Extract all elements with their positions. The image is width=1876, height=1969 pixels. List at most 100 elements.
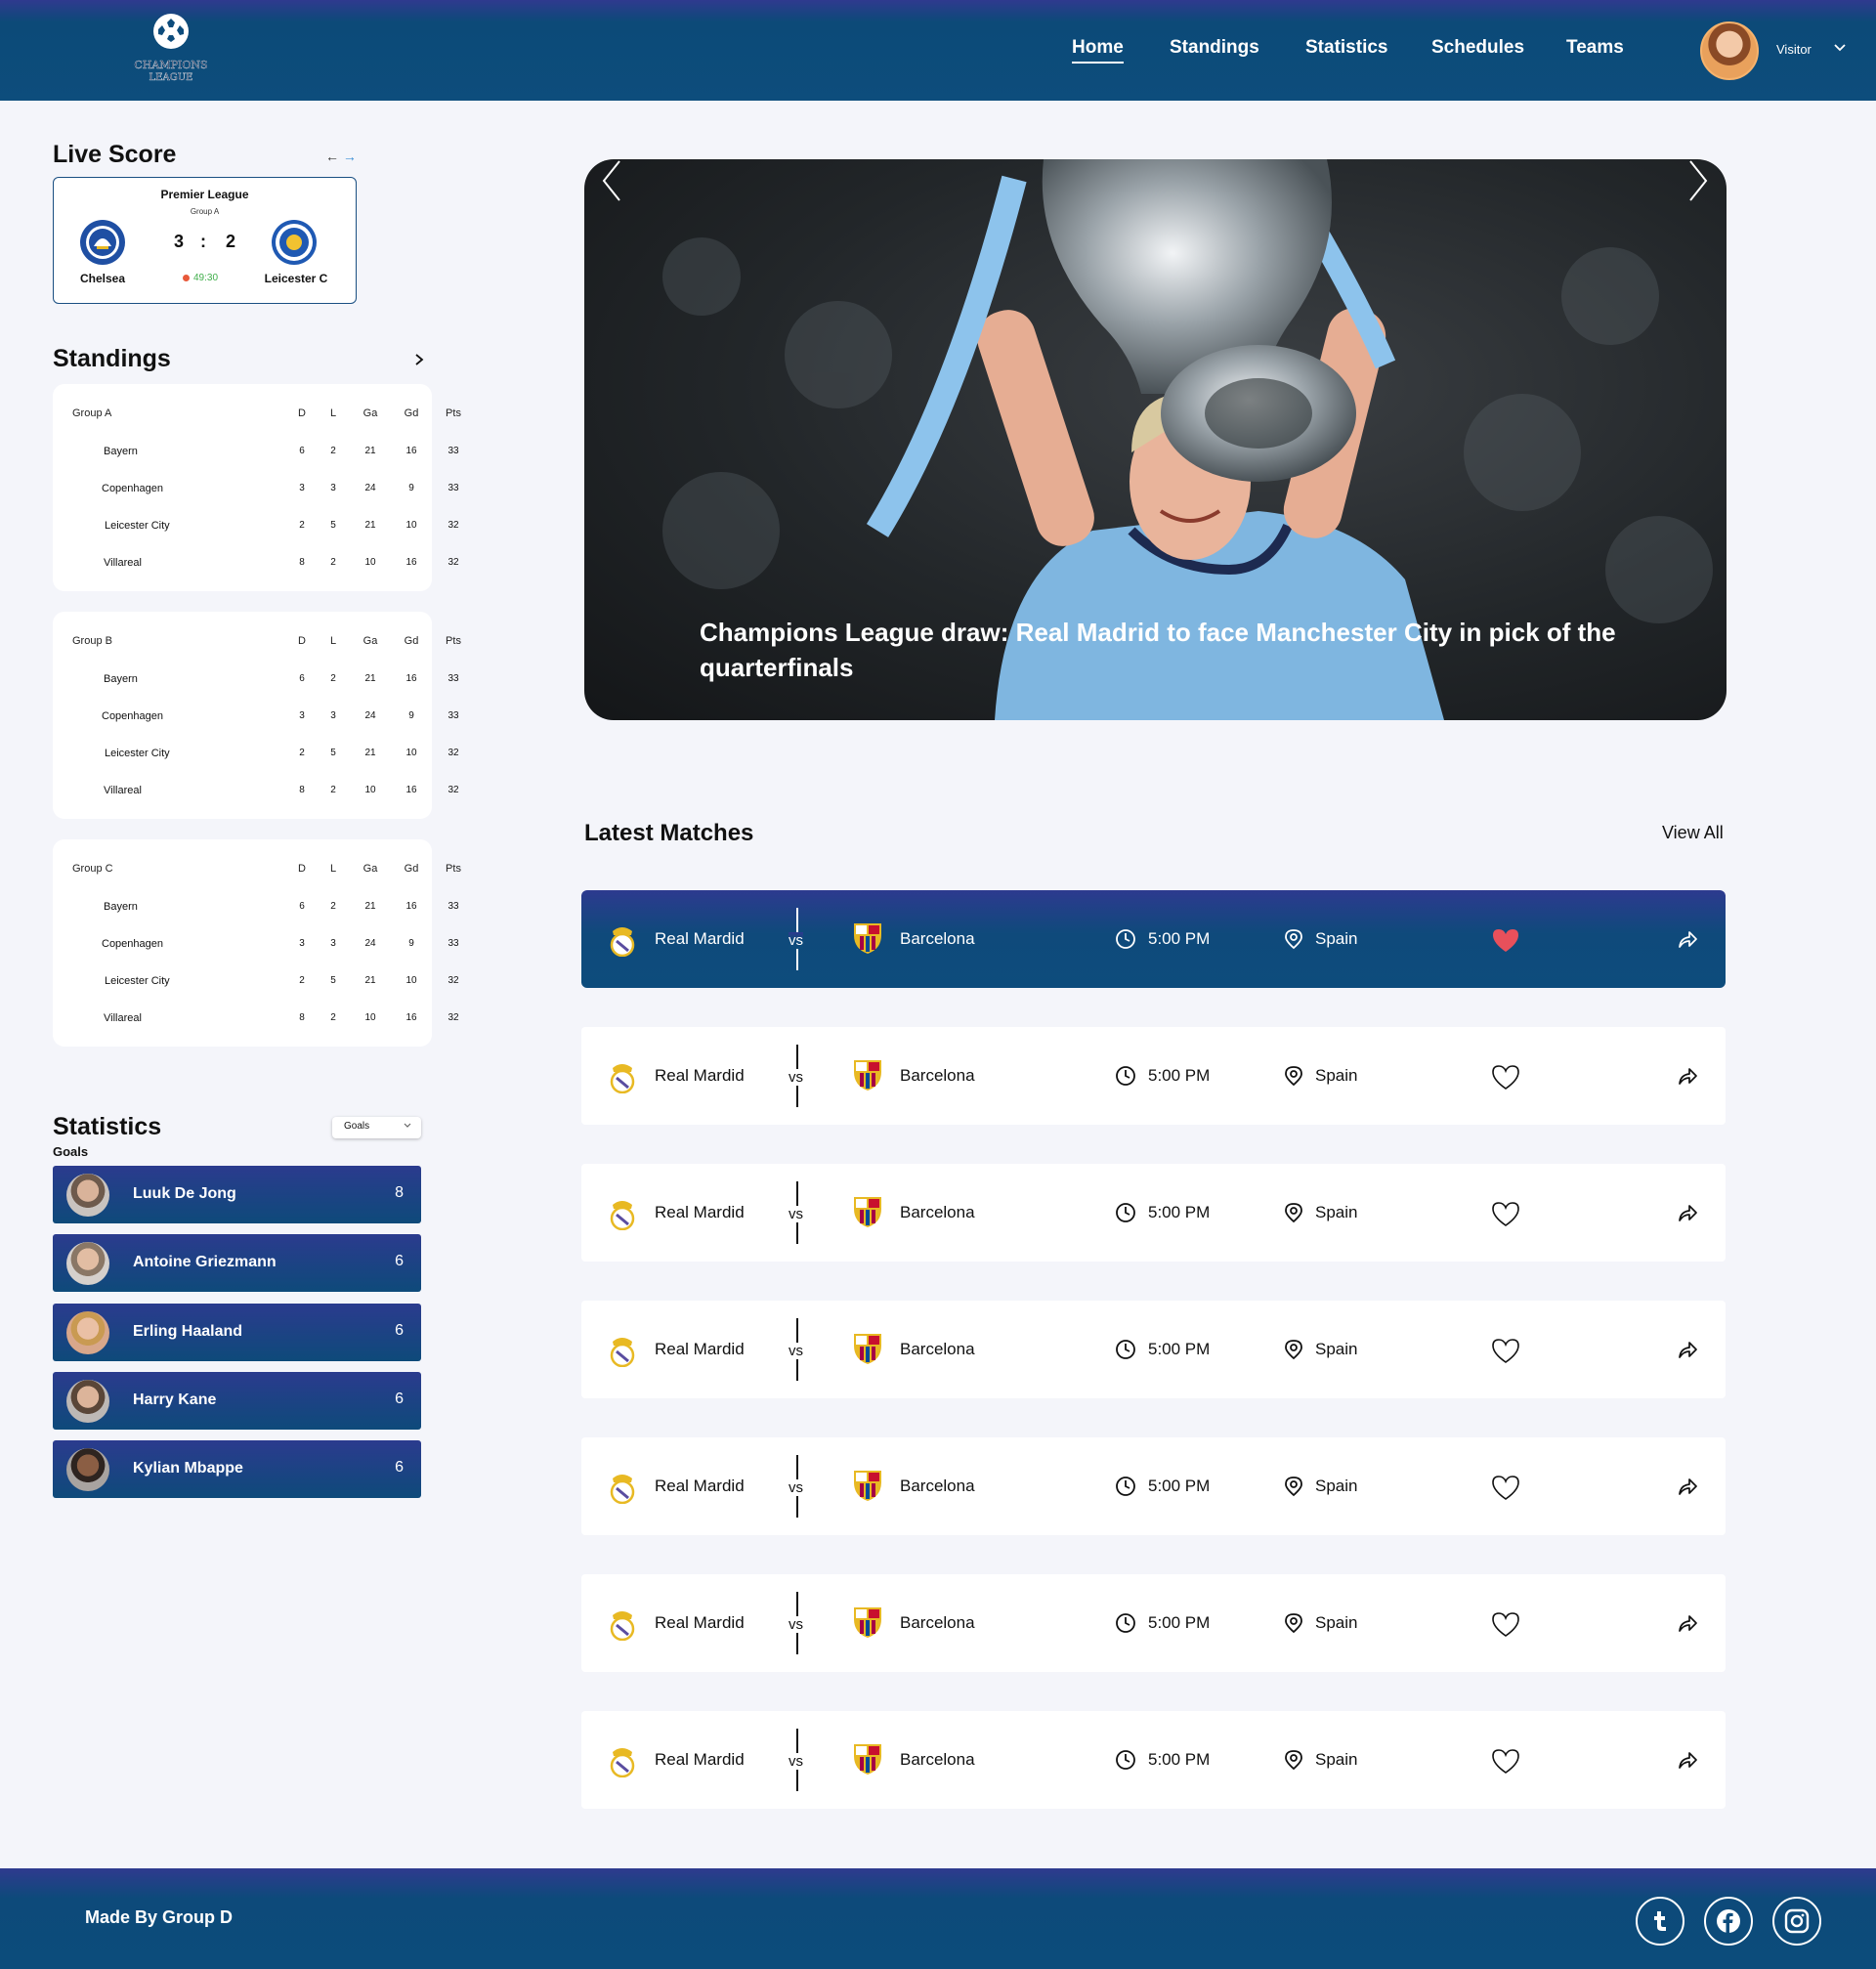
statistics-subtitle: Goals xyxy=(53,1144,89,1159)
standings-row[interactable]: Copenhagen 3 3 24 9 33 xyxy=(53,938,459,958)
standings-group-card[interactable]: Group A D L Ga Gd Pts Bayern 6 2 21 16 33 Copenhagen… xyxy=(53,384,461,591)
hero-banner[interactable]: Champions League draw: Real Madrid to fa… xyxy=(584,159,1727,720)
standings-group-card[interactable]: Group B D L Ga Gd Pts Bayern 6 2 21 16 33 Copenhagen… xyxy=(53,612,461,819)
player-stat-row[interactable]: Kylian Mbappe 6 xyxy=(53,1440,421,1498)
column-header: L xyxy=(329,635,337,647)
standings-row[interactable]: Copenhagen 3 3 24 9 33 xyxy=(53,483,459,502)
clock-icon xyxy=(1116,1613,1135,1633)
barcelona-crest-icon xyxy=(854,1471,881,1501)
facebook-icon[interactable] xyxy=(1704,1897,1753,1946)
share-icon[interactable] xyxy=(1676,1201,1699,1224)
live-score-card[interactable]: Premier League Group A 3 : 2 Chelsea 49:… xyxy=(53,177,357,304)
user-name[interactable]: Visitor xyxy=(1776,42,1812,57)
share-icon[interactable] xyxy=(1676,1748,1699,1772)
column-header: Ga xyxy=(362,407,378,419)
standings-group-card[interactable]: Group C D L Ga Gd Pts Bayern 6 2 21 16 33 Copenhagen… xyxy=(53,839,461,1047)
user-avatar[interactable] xyxy=(1700,21,1759,80)
chevron-right-icon[interactable] xyxy=(414,353,424,366)
stat-pts: 32 xyxy=(448,748,459,758)
player-avatar xyxy=(66,1311,109,1354)
team-name: Villareal xyxy=(104,557,142,569)
player-stat-row[interactable]: Harry Kane 6 xyxy=(53,1372,421,1430)
chevron-down-icon[interactable] xyxy=(1833,43,1847,53)
nav-teams[interactable]: Teams xyxy=(1566,37,1624,59)
stat-l: 2 xyxy=(330,673,336,684)
stat-pts: 32 xyxy=(448,975,459,986)
champions-league-logo[interactable]: CHAMPIONS LEAGUE xyxy=(129,10,213,90)
stat-l: 3 xyxy=(330,938,336,949)
latest-matches-title: Latest Matches xyxy=(584,820,754,846)
favorite-heart-icon[interactable] xyxy=(1490,1747,1521,1775)
carousel-prev-icon[interactable] xyxy=(600,159,623,202)
match-row[interactable]: Real Mardid vs Barcelona 5:00 PM Spain xyxy=(581,1574,1726,1672)
stat-gd: 10 xyxy=(405,975,417,986)
player-stat-row[interactable]: Antoine Griezmann 6 xyxy=(53,1234,421,1292)
location-pin-icon xyxy=(1285,1477,1302,1497)
standings-row[interactable]: Villareal 8 2 10 16 32 xyxy=(53,785,459,804)
nav-standings[interactable]: Standings xyxy=(1170,37,1259,59)
favorite-heart-icon[interactable] xyxy=(1490,1610,1521,1638)
match-clock: 49:30 xyxy=(183,273,218,283)
standings-row[interactable]: Leicester City 2 5 21 10 32 xyxy=(53,748,459,767)
arrow-right-icon[interactable]: → xyxy=(343,149,357,164)
player-stat-row[interactable]: Erling Haaland 6 xyxy=(53,1304,421,1361)
stat-l: 2 xyxy=(330,557,336,568)
clock-icon xyxy=(1116,1066,1135,1086)
player-name: Luuk De Jong xyxy=(133,1185,236,1202)
carousel-next-icon[interactable] xyxy=(1686,159,1710,202)
home-team-name: Real Mardid xyxy=(655,1750,745,1769)
instagram-icon[interactable] xyxy=(1772,1897,1821,1946)
real-madrid-crest-icon xyxy=(610,1064,635,1093)
player-goals: 6 xyxy=(395,1253,404,1269)
live-score-title: Live Score xyxy=(53,141,177,168)
standings-row[interactable]: Bayern 6 2 21 16 33 xyxy=(53,901,459,920)
match-time: 49:30 xyxy=(193,273,219,283)
team-name: Bayern xyxy=(104,446,138,457)
statistics-type-select[interactable]: Goals xyxy=(332,1117,421,1138)
nav-statistics[interactable]: Statistics xyxy=(1305,37,1387,59)
view-all-link[interactable]: View All xyxy=(1662,823,1724,843)
nav-schedules[interactable]: Schedules xyxy=(1431,37,1524,59)
match-row[interactable]: Real Mardid vs Barcelona 5:00 PM Spain xyxy=(581,1437,1726,1535)
stat-pts: 33 xyxy=(448,901,459,912)
player-stat-row[interactable]: Luuk De Jong 8 xyxy=(53,1166,421,1223)
favorite-heart-icon[interactable] xyxy=(1490,1337,1521,1364)
nav-home[interactable]: Home xyxy=(1072,37,1124,64)
favorite-heart-icon[interactable] xyxy=(1490,1200,1521,1227)
favorite-heart-icon[interactable] xyxy=(1490,1474,1521,1501)
match-row[interactable]: Real Mardid vs Barcelona 5:00 PM Spain xyxy=(581,1301,1726,1398)
vs-label: vs xyxy=(789,1753,803,1770)
standings-row[interactable]: Villareal 8 2 10 16 32 xyxy=(53,557,459,577)
match-row[interactable]: Real Mardid vs Barcelona 5:00 PM Spain xyxy=(581,1027,1726,1125)
chelsea-crest-icon xyxy=(80,220,125,265)
match-row[interactable]: Real Mardid vs Barcelona 5:00 PM Spain xyxy=(581,1164,1726,1262)
favorite-heart-icon[interactable] xyxy=(1490,1063,1521,1091)
hero-caption[interactable]: Champions League draw: Real Madrid to fa… xyxy=(700,615,1657,685)
share-icon[interactable] xyxy=(1676,1611,1699,1635)
player-goals: 6 xyxy=(395,1322,404,1339)
favorite-heart-icon[interactable] xyxy=(1490,926,1521,954)
group-name: Group A xyxy=(72,407,112,419)
share-icon[interactable] xyxy=(1676,927,1699,951)
away-team-name: Barcelona xyxy=(900,1203,975,1221)
standings-row[interactable]: Leicester City 2 5 21 10 32 xyxy=(53,520,459,539)
standings-row[interactable]: Copenhagen 3 3 24 9 33 xyxy=(53,710,459,730)
arrow-left-icon[interactable]: ← xyxy=(325,149,339,164)
vs-label: vs xyxy=(789,1479,803,1496)
share-icon[interactable] xyxy=(1676,1338,1699,1361)
match-row[interactable]: Real Mardid vs Barcelona 5:00 PM Spain xyxy=(581,1711,1726,1809)
team-name: Leicester City xyxy=(105,975,170,987)
player-avatar xyxy=(66,1174,109,1217)
stat-l: 2 xyxy=(330,446,336,456)
tumblr-icon[interactable] xyxy=(1636,1897,1684,1946)
column-header: Ga xyxy=(362,863,378,875)
standings-row[interactable]: Villareal 8 2 10 16 32 xyxy=(53,1012,459,1032)
match-row[interactable]: Real Mardid vs Barcelona 5:00 PM Spain xyxy=(581,890,1726,988)
group-name: Group C xyxy=(72,863,113,875)
share-icon[interactable] xyxy=(1676,1475,1699,1498)
stat-gd: 16 xyxy=(405,557,417,568)
standings-row[interactable]: Leicester City 2 5 21 10 32 xyxy=(53,975,459,995)
standings-row[interactable]: Bayern 6 2 21 16 33 xyxy=(53,673,459,693)
share-icon[interactable] xyxy=(1676,1064,1699,1088)
standings-row[interactable]: Bayern 6 2 21 16 33 xyxy=(53,446,459,465)
